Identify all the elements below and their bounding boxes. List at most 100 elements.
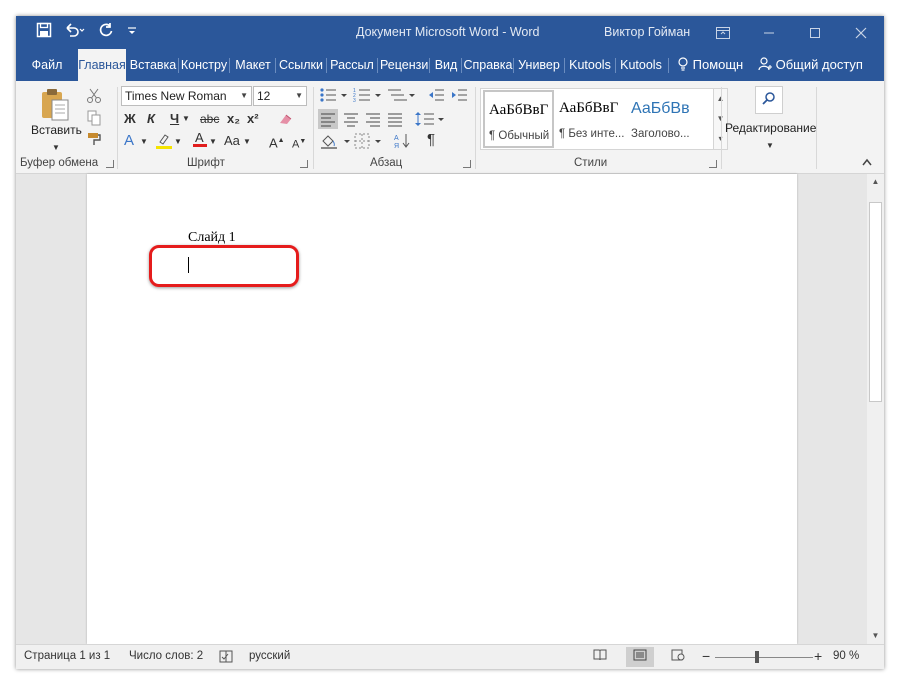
styles-launcher-icon[interactable] [709,160,717,168]
web-layout-icon[interactable] [664,647,692,667]
superscript-button[interactable]: x² [247,111,259,127]
italic-button[interactable]: К [147,111,155,127]
document-page[interactable]: Слайд 1 [87,174,797,644]
style-heading-1[interactable]: АаБбВв Заголово... [627,90,698,148]
multilevel-list-icon[interactable] [387,87,417,107]
paste-icon[interactable] [40,88,72,126]
editing-dropdown-icon[interactable]: ▼ [766,138,774,154]
paragraph-launcher-icon[interactable] [463,160,471,168]
collapse-ribbon-icon[interactable] [862,156,872,172]
proofing-icon[interactable] [219,650,233,666]
vertical-scrollbar[interactable]: ▲ ▼ [867,174,884,644]
zoom-in-button[interactable]: + [814,648,822,664]
print-layout-icon[interactable] [626,647,654,667]
read-mode-icon[interactable] [586,647,614,667]
document-text[interactable]: Слайд 1 [188,230,236,246]
bold-button[interactable]: Ж [124,111,136,127]
chevron-down-icon[interactable]: ▼ [240,87,248,105]
font-name-combo[interactable]: Times New Roman ▼ [121,86,252,106]
font-size-combo[interactable]: 12 ▼ [253,86,307,106]
sort-icon[interactable]: AЯ [394,132,412,154]
customize-qat-icon[interactable] [126,22,138,44]
user-name[interactable]: Виктор Гойман [604,25,690,39]
increase-indent-icon[interactable] [450,87,468,107]
text-effects-icon[interactable]: A [124,133,134,149]
shrink-font-icon[interactable]: A▼ [292,134,306,153]
tab-design[interactable]: Констру [180,49,228,81]
chevron-down-icon[interactable]: ▼ [182,111,190,127]
minimize-icon[interactable] [746,16,792,49]
tab-file[interactable]: Файл [24,49,70,81]
lightbulb-icon [677,57,693,72]
copy-icon[interactable] [86,110,102,130]
tab-kutools[interactable]: Kutools [567,49,613,81]
bullets-icon[interactable] [319,87,353,107]
grow-font-icon[interactable]: A▲ [269,133,285,151]
change-case-button[interactable]: Aa [224,133,240,149]
style-normal[interactable]: АаБбВвГ ¶ Обычный [483,90,554,148]
language[interactable]: русский [249,650,290,662]
chevron-down-icon[interactable]: ▼ [140,134,148,150]
tab-references[interactable]: Ссылки [277,49,325,81]
tab-view[interactable]: Вид [432,49,460,81]
search-icon[interactable] [755,86,783,114]
style-name: Заголово... [631,128,690,140]
subscript-button[interactable]: x₂ [227,111,240,127]
tab-kutools-plus[interactable]: Kutools [617,49,665,81]
tab-mailings[interactable]: Рассыл [328,49,376,81]
page-count[interactable]: Страница 1 из 1 [24,650,110,662]
style-no-spacing[interactable]: АаБбВвГ ¶ Без инте... [555,90,626,148]
show-formatting-marks-button[interactable]: ¶ [427,132,435,148]
format-painter-icon[interactable] [86,131,102,151]
scroll-up-icon[interactable]: ▲ [868,174,883,190]
scroll-down-icon[interactable]: ▼ [868,628,883,644]
ribbon-display-options-icon[interactable] [700,16,746,49]
font-color-icon[interactable]: A [192,130,208,152]
save-icon[interactable] [36,22,52,44]
zoom-slider-track[interactable] [715,657,813,658]
justify-icon[interactable] [386,109,404,133]
paste-dropdown-icon[interactable]: ▼ [52,140,60,156]
line-spacing-icon[interactable] [415,110,445,132]
chevron-down-icon[interactable]: ▼ [209,134,217,150]
decrease-indent-icon[interactable] [427,87,445,107]
highlight-color-icon[interactable] [155,132,173,154]
paste-label[interactable]: Вставить [31,123,82,137]
editing-label[interactable]: Редактирование [725,121,816,135]
ribbon: Вставить ▼ Буфер обмена Times New Roman … [16,81,884,174]
clear-formatting-icon[interactable] [278,111,294,131]
underline-button[interactable]: Ч [170,111,179,127]
tell-me-search[interactable]: Помощн [677,49,743,81]
tab-layout[interactable]: Макет [232,49,274,81]
zoom-out-button[interactable]: − [702,648,710,664]
svg-text:A: A [394,135,399,142]
redo-icon[interactable] [98,22,114,44]
font-launcher-icon[interactable] [300,160,308,168]
zoom-slider-thumb[interactable] [755,651,759,663]
borders-icon[interactable] [353,132,387,154]
undo-icon[interactable] [64,22,86,44]
word-count[interactable]: Число слов: 2 [129,650,203,662]
zoom-level[interactable]: 90 % [833,650,859,662]
align-left-icon[interactable] [318,109,338,129]
shading-icon[interactable] [320,132,354,154]
numbering-icon[interactable]: 123 [353,87,387,107]
clipboard-launcher-icon[interactable] [106,160,114,168]
tab-review[interactable]: Рецензи [380,49,428,81]
tab-universal[interactable]: Универ [515,49,563,81]
share-button[interactable]: Общий доступ [758,49,863,81]
align-center-icon[interactable] [342,109,360,133]
align-right-icon[interactable] [364,109,382,133]
maximize-icon[interactable] [792,16,838,49]
chevron-down-icon[interactable]: ▼ [295,87,303,105]
scroll-thumb[interactable] [869,202,882,402]
chevron-down-icon[interactable]: ▼ [174,134,182,150]
tell-me-label: Помощн [692,57,744,72]
chevron-down-icon[interactable]: ▼ [243,134,251,150]
tab-home[interactable]: Главная [78,49,126,81]
close-icon[interactable] [838,16,884,49]
tab-help[interactable]: Справка [463,49,513,81]
cut-icon[interactable] [86,88,102,108]
tab-insert[interactable]: Вставка [129,49,177,81]
strikethrough-button[interactable]: abc [200,111,219,127]
